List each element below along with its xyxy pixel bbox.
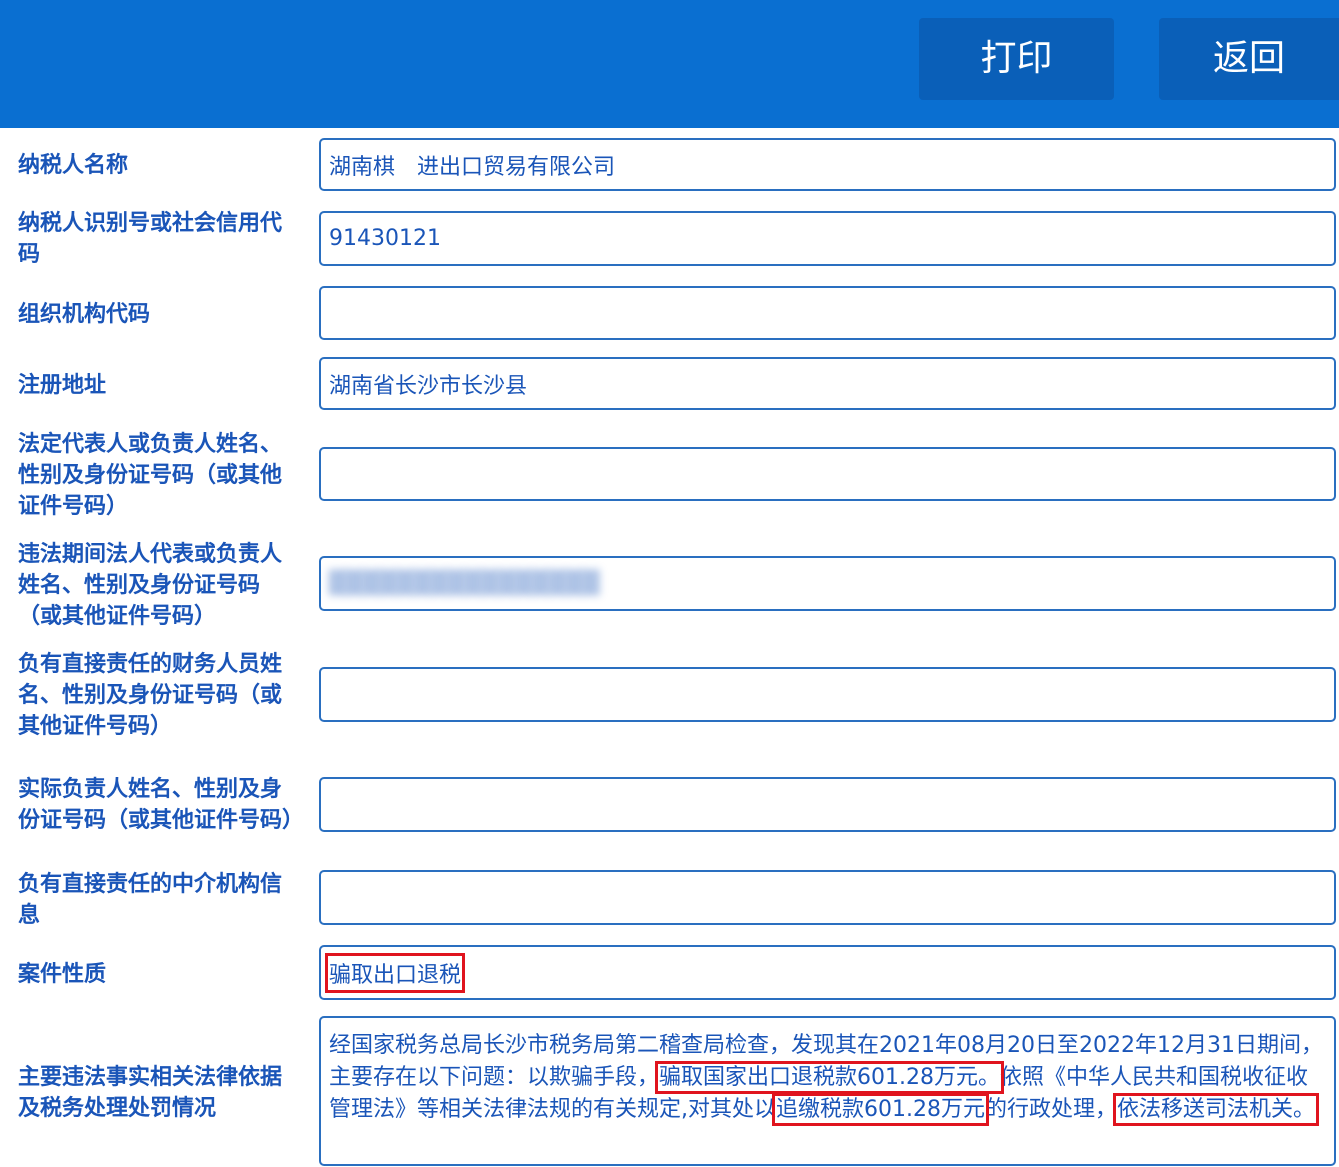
violation-facts-field: 经国家税务总局长沙市税务局第二稽查局检查，发现其在2021年08月20日至202… xyxy=(319,1016,1336,1166)
violation-facts-text: 经国家税务总局长沙市税务局第二稽查局检查，发现其在2021年08月20日至202… xyxy=(329,1030,1326,1126)
label-case-nature: 案件性质 xyxy=(18,961,107,987)
taxpayer-id-field: 91430121 xyxy=(319,211,1336,266)
actual-manager-field xyxy=(319,777,1336,832)
org-code-field xyxy=(319,286,1336,340)
fraud-amount-highlight: 骗取国家出口退税款601.28万元。 xyxy=(655,1061,1004,1094)
finance-staff-field xyxy=(319,667,1336,722)
redacted-value: ████████████████ xyxy=(329,571,600,596)
label-legal-representative: 法定代表人或负责人姓名、性别及身份证号码（或其他证件号码） xyxy=(18,431,283,519)
print-button[interactable]: 打印 xyxy=(919,18,1114,100)
registered-address-field: 湖南省长沙市长沙县 xyxy=(319,357,1336,410)
facts-text-3: 的行政处理， xyxy=(984,1097,1117,1122)
label-taxpayer-name: 纳税人名称 xyxy=(18,152,129,178)
top-toolbar: 打印 返回 xyxy=(0,0,1339,128)
period-representative-field: ████████████████ xyxy=(319,556,1336,611)
label-finance-staff: 负有直接责任的财务人员姓名、性别及身份证号码（或其他证件号码） xyxy=(18,651,283,739)
label-intermediary: 负有直接责任的中介机构信息 xyxy=(18,872,283,928)
label-actual-manager: 实际负责人姓名、性别及身份证号码（或其他证件号码） xyxy=(18,777,305,833)
legal-representative-field xyxy=(319,447,1336,501)
label-taxpayer-id: 纳税人识别号或社会信用代码 xyxy=(18,211,283,267)
case-nature-value: 骗取出口退税 xyxy=(324,952,466,993)
label-registered-address: 注册地址 xyxy=(18,372,107,398)
label-org-code: 组织机构代码 xyxy=(18,301,151,327)
label-period-representative: 违法期间法人代表或负责人姓名、性别及身份证号码（或其他证件号码） xyxy=(18,541,283,629)
recovery-amount-highlight: 追缴税款601.28万元 xyxy=(772,1093,989,1126)
intermediary-field xyxy=(319,870,1336,925)
judicial-transfer-highlight: 依法移送司法机关。 xyxy=(1112,1093,1320,1126)
case-nature-field: 骗取出口退税 xyxy=(319,945,1336,1000)
label-violation-facts: 主要违法事实相关法律依据及税务处理处罚情况 xyxy=(18,1065,283,1121)
back-button[interactable]: 返回 xyxy=(1159,18,1339,100)
taxpayer-name-field: 湖南棋 进出口贸易有限公司 xyxy=(319,138,1336,191)
